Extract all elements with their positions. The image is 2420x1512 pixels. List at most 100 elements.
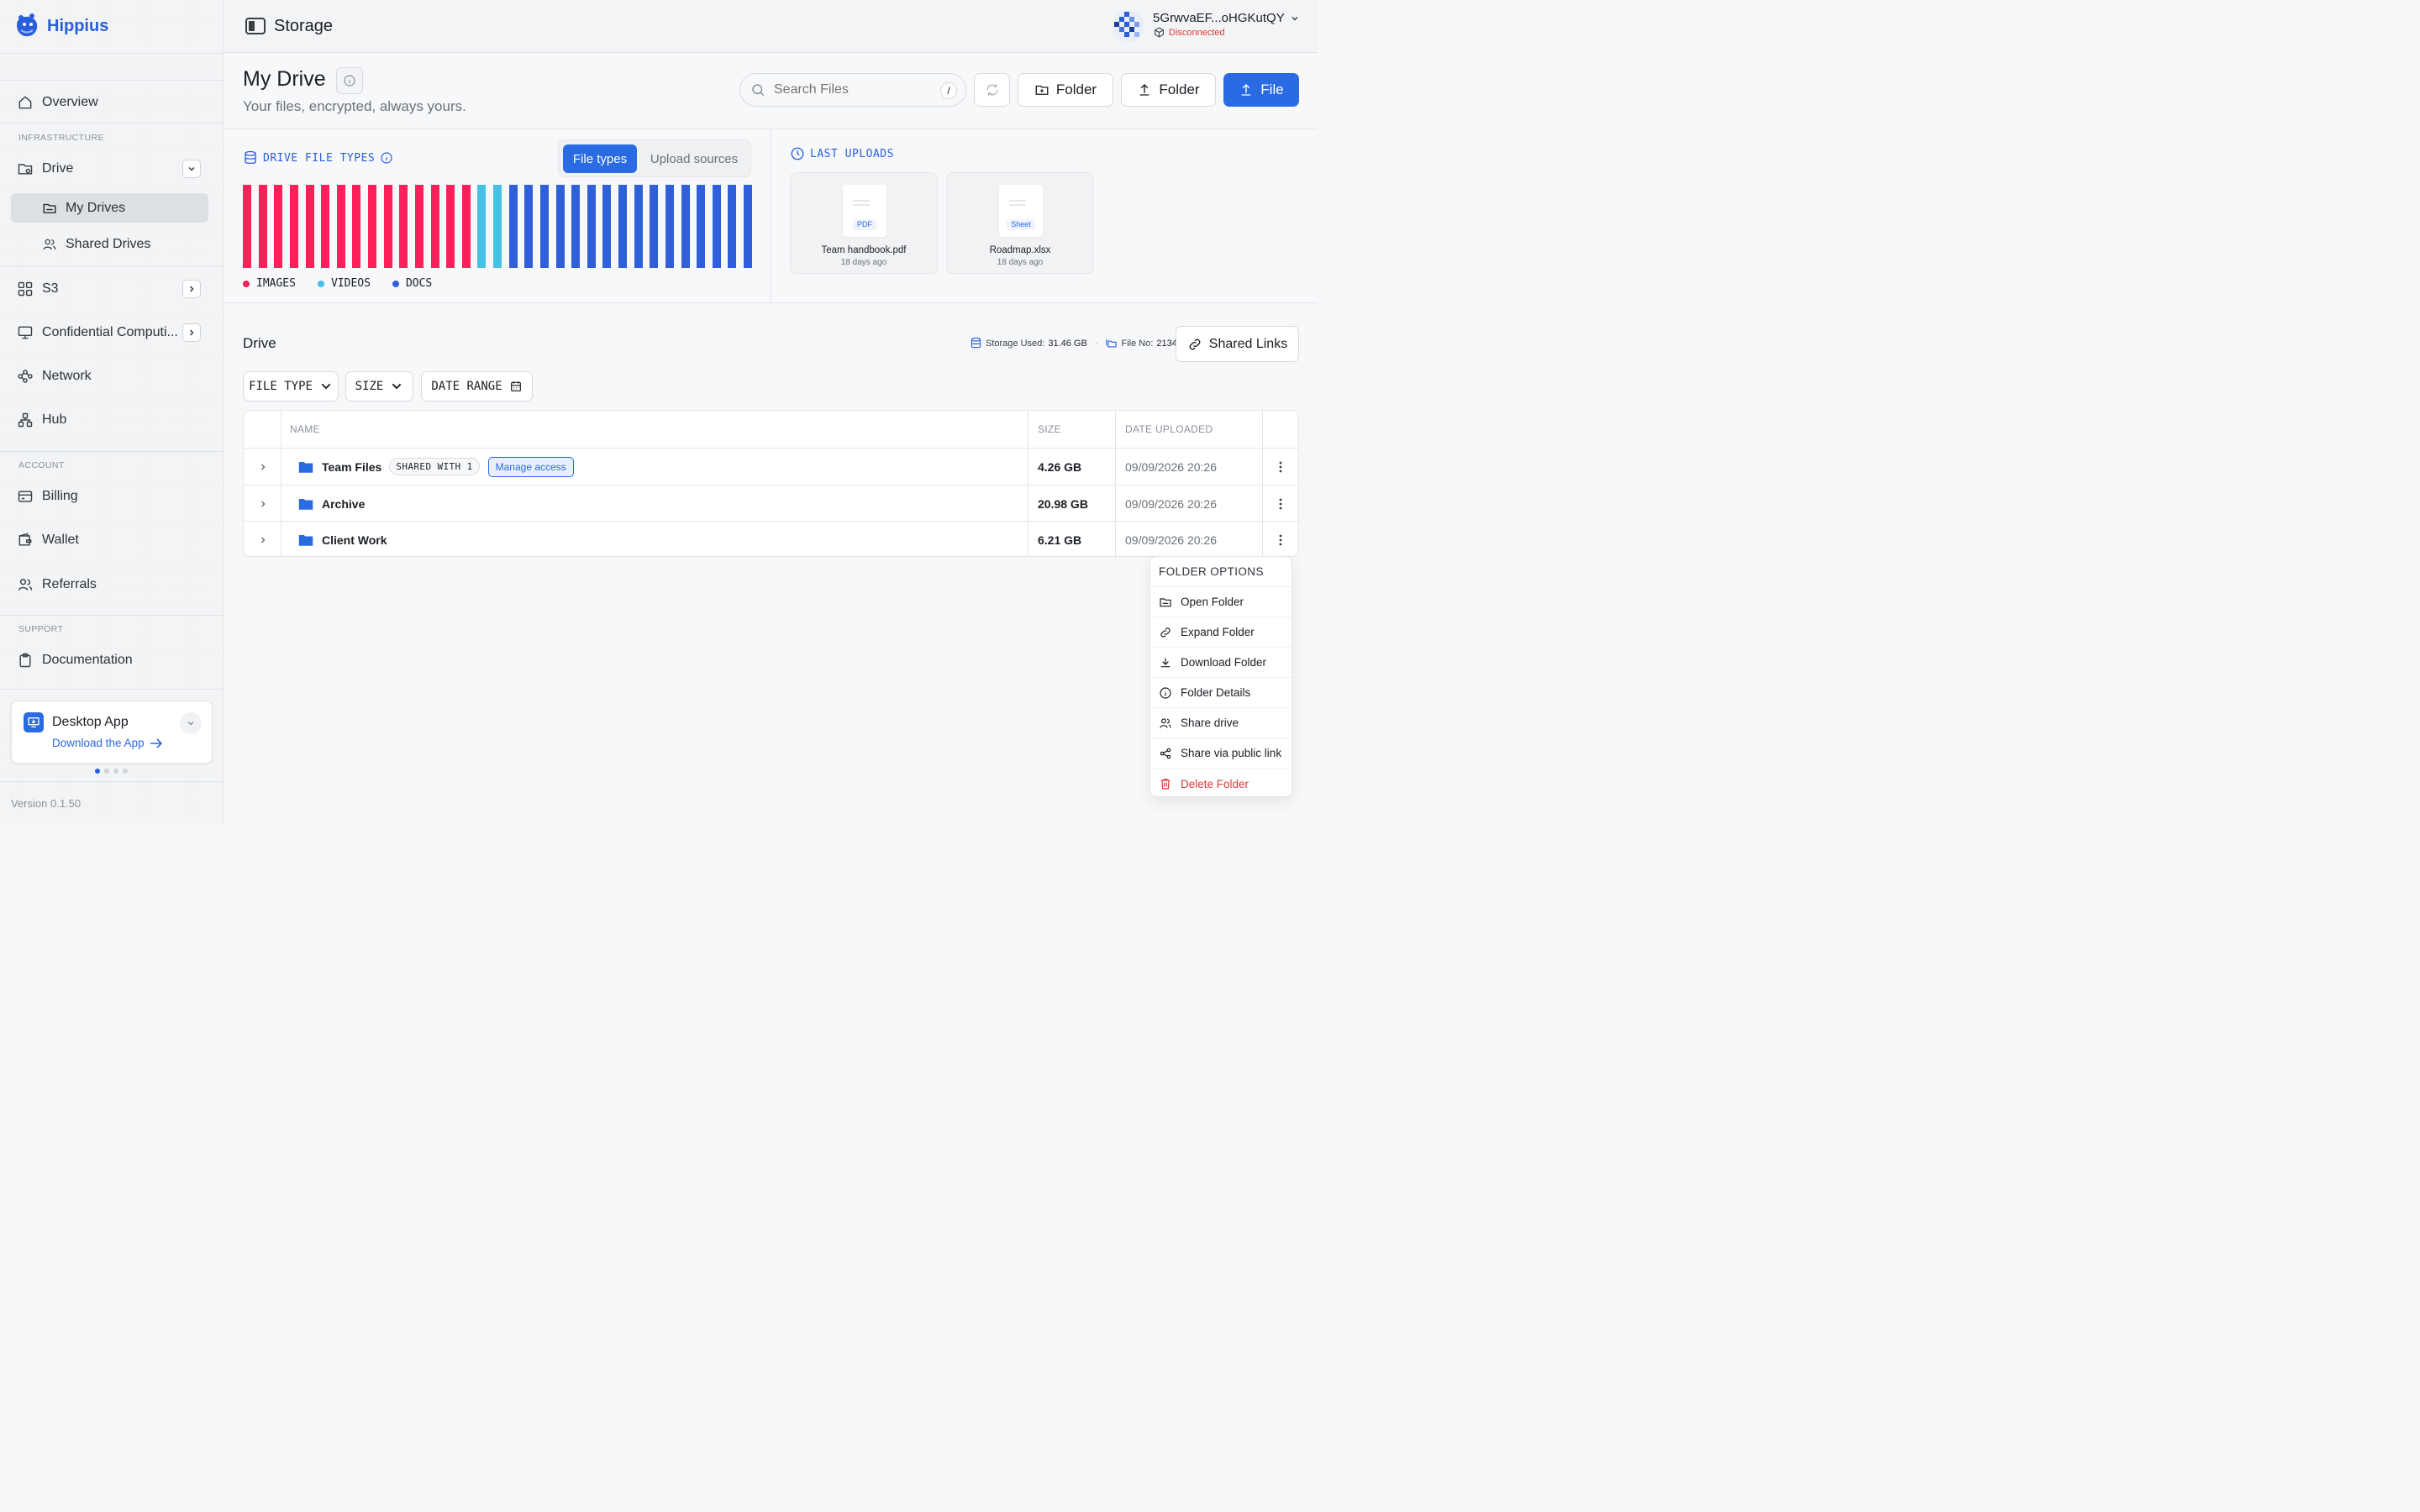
sidebar-item-confidential-computing[interactable]: Confidential Computi... [17, 316, 208, 349]
shared-badge: SHARED WITH 1 [389, 458, 480, 475]
search-input[interactable] [774, 82, 934, 97]
menu-item-delete-folder[interactable]: Delete Folder [1150, 769, 1292, 799]
docs-bar [650, 185, 659, 268]
last-uploads-heading: LAST UPLOADS [790, 146, 894, 161]
info-button[interactable] [336, 67, 363, 94]
app-version: Version 0.1.50 [11, 797, 82, 810]
sidebar-toggle-icon[interactable] [245, 18, 266, 34]
cube-icon [1155, 27, 1164, 38]
new-folder-label: Folder [1055, 81, 1097, 97]
top-bar: Storage 5GrwvaEF...oHGKutQY Disconnected [224, 0, 1318, 53]
shared-links-label: Shared Links [1208, 336, 1288, 351]
upload-icon [1140, 84, 1150, 96]
download-app-link[interactable]: Download the App [52, 737, 163, 749]
menu-item-folder-details[interactable]: Folder Details [1150, 678, 1292, 708]
chevron-down-icon [392, 383, 402, 390]
refresh-button[interactable] [974, 73, 1010, 107]
share-icon [1160, 748, 1171, 759]
search-shortcut: / [940, 82, 957, 99]
database-icon [245, 150, 256, 165]
tab-upload-sources[interactable]: Upload sources [643, 144, 745, 173]
sidebar-item-overview[interactable]: Overview [17, 86, 208, 119]
row-options-button[interactable] [1276, 522, 1286, 556]
column-header-size[interactable]: SIZE [1038, 411, 1061, 448]
upload-folder-button[interactable]: Folder [1121, 73, 1216, 107]
network-icon [18, 370, 33, 383]
column-header-date[interactable]: DATE UPLOADED [1125, 411, 1213, 448]
sidebar-item-drive[interactable]: Drive [17, 152, 208, 186]
folder-name-cell[interactable]: Archive [298, 486, 365, 522]
images-bar [305, 185, 314, 268]
folder-icon [298, 534, 313, 546]
search-box[interactable]: / [739, 73, 966, 107]
sidebar-item-label: Network [42, 369, 92, 383]
sidebar-item-hub[interactable]: Hub [17, 403, 208, 437]
menu-item-download-folder[interactable]: Download Folder [1150, 648, 1292, 678]
sidebar-item-referrals[interactable]: Referrals [17, 568, 208, 601]
divider [0, 615, 224, 616]
folder-name-cell[interactable]: Client Work [298, 522, 387, 556]
docs-bar [571, 185, 581, 268]
upload-file-button[interactable]: File [1223, 73, 1299, 107]
sidebar-item-s3[interactable]: S3 [17, 272, 208, 306]
carousel-dots[interactable] [95, 769, 128, 774]
new-folder-button[interactable]: Folder [1018, 73, 1113, 107]
sidebar-item-my-drives[interactable]: My Drives [11, 193, 208, 223]
files-table: NAME SIZE DATE UPLOADED Team Files SHARE… [243, 410, 1299, 557]
desktop-card-toggle[interactable] [180, 712, 202, 734]
desktop-app-card[interactable]: Desktop App Download the App [11, 701, 213, 764]
kebab-menu-icon [1279, 534, 1282, 545]
pdf-file-icon: PDF [843, 185, 886, 237]
docs-bar [508, 185, 518, 268]
menu-item-label: Folder Details [1181, 686, 1251, 699]
menu-item-expand-folder[interactable]: Expand Folder [1150, 617, 1292, 648]
sidebar-item-wallet[interactable]: Wallet [17, 523, 208, 557]
account-menu[interactable]: 5GrwvaEF...oHGKutQY [1153, 11, 1300, 25]
sidebar-item-label: Confidential Computi... [42, 325, 178, 339]
expand-row-button[interactable] [258, 522, 268, 556]
shared-links-button[interactable]: Shared Links [1176, 326, 1299, 362]
desktop-app-title: Desktop App [52, 715, 129, 729]
folder-name-cell[interactable]: Team Files SHARED WITH 1 Manage access [298, 449, 574, 485]
s3-expand-toggle[interactable] [182, 280, 201, 298]
recent-file-card[interactable]: Sheet Roadmap.xlsx 18 days ago [946, 172, 1094, 274]
row-options-button[interactable] [1276, 449, 1286, 485]
docs-bar [602, 185, 612, 268]
file-type-filter[interactable]: FILE TYPE [243, 371, 339, 402]
avatar[interactable] [1113, 10, 1144, 42]
recent-file-card[interactable]: PDF Team handbook.pdf 18 days ago [790, 172, 938, 274]
chart-tabs: File types Upload sources [558, 139, 751, 177]
info-icon[interactable] [380, 151, 393, 165]
sidebar-item-documentation[interactable]: Documentation [17, 643, 208, 677]
drive-collapse-toggle[interactable] [182, 160, 201, 178]
info-icon [344, 75, 355, 87]
expand-row-button[interactable] [258, 486, 268, 522]
sidebar-item-billing[interactable]: Billing [17, 480, 208, 513]
tab-file-types[interactable]: File types [563, 144, 637, 173]
docs-bar [634, 185, 643, 268]
date-range-filter[interactable]: DATE RANGE [421, 371, 533, 402]
last-uploads-title: LAST UPLOADS [810, 147, 894, 160]
folder-options-title: FOLDER OPTIONS [1150, 557, 1292, 587]
menu-item-share-drive[interactable]: Share drive [1150, 708, 1292, 738]
sidebar-item-shared-drives[interactable]: Shared Drives [11, 229, 208, 259]
docs-bar [697, 185, 706, 268]
menu-item-label: Share via public link [1181, 747, 1282, 759]
sidebar-item-network[interactable]: Network [17, 360, 208, 393]
confidential-expand-toggle[interactable] [182, 323, 201, 342]
size-filter[interactable]: SIZE [345, 371, 413, 402]
menu-item-share-public-link[interactable]: Share via public link [1150, 738, 1292, 769]
recent-file-time: 18 days ago [840, 258, 887, 267]
column-header-name[interactable]: NAME [290, 411, 320, 448]
kebab-menu-icon [1279, 498, 1282, 509]
menu-item-label: Expand Folder [1181, 626, 1255, 638]
app-name: Hippius [47, 16, 109, 35]
app-logo[interactable]: Hippius [13, 13, 108, 39]
manage-access-button[interactable]: Manage access [487, 456, 574, 477]
sheet-file-icon: Sheet [999, 185, 1043, 237]
expand-row-button[interactable] [258, 449, 268, 485]
page-subtitle: Your files, encrypted, always yours. [243, 98, 466, 114]
monitor-icon [18, 326, 33, 339]
row-options-button[interactable] [1276, 486, 1286, 522]
menu-item-open-folder[interactable]: Open Folder [1150, 587, 1292, 617]
